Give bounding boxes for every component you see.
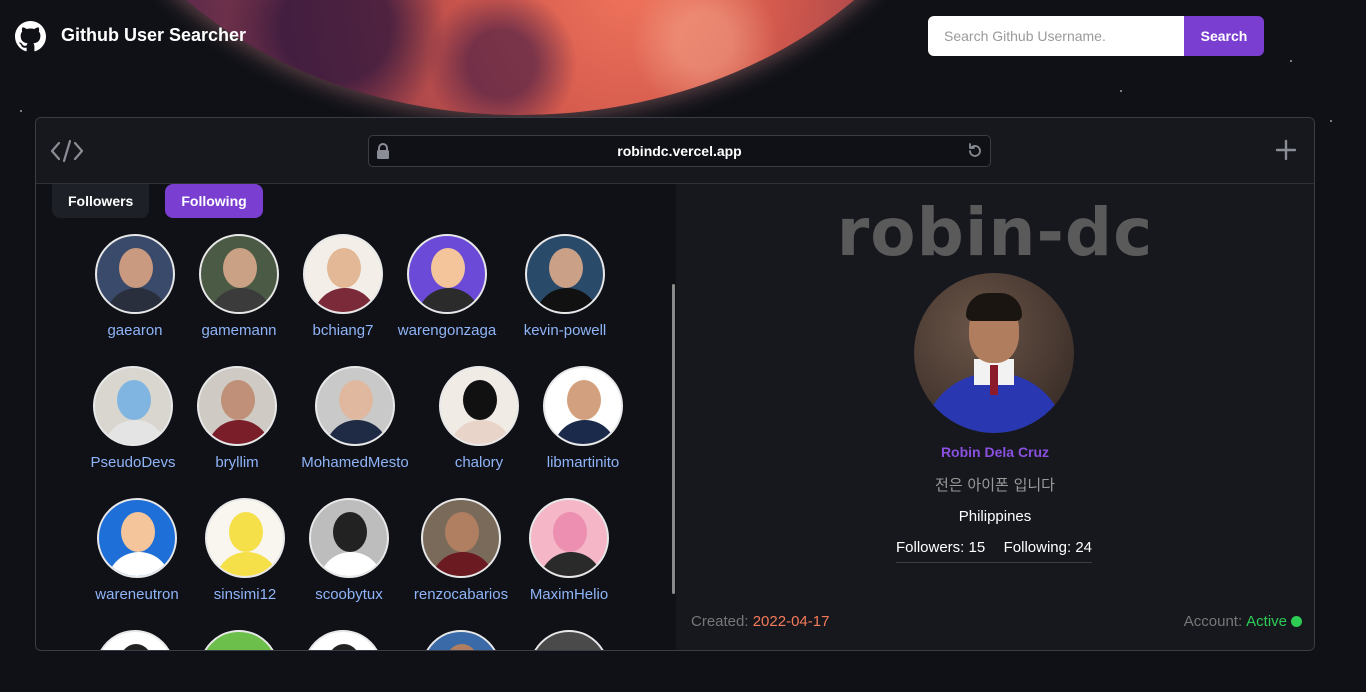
username-link[interactable]: kevin-powell <box>500 322 630 339</box>
username-link[interactable]: MohamedMesto <box>290 454 420 471</box>
plus-icon[interactable] <box>1274 138 1298 162</box>
account-status-value: Active <box>1246 613 1287 630</box>
search-input[interactable] <box>928 16 1184 56</box>
user-card[interactable]: kevin-powell <box>500 234 630 339</box>
username-link[interactable]: warengonzaga <box>382 322 512 339</box>
search-bar: Search <box>928 16 1264 56</box>
github-logo-icon[interactable] <box>15 21 46 52</box>
reload-icon[interactable] <box>966 142 984 160</box>
search-button[interactable]: Search <box>1184 16 1264 56</box>
account-status: Account: Active <box>1184 613 1302 630</box>
avatar <box>97 498 177 578</box>
profile-avatar <box>914 273 1074 433</box>
username-link[interactable]: bryllim <box>172 454 302 471</box>
user-card[interactable]: MohamedMesto <box>290 366 420 471</box>
user-card[interactable] <box>278 630 408 650</box>
user-card[interactable]: MaximHelio <box>504 498 634 603</box>
following-count: 24 <box>1075 539 1092 556</box>
account-label: Account: <box>1183 613 1243 630</box>
following-stat: Following: 24 <box>1004 539 1092 556</box>
avatar <box>439 366 519 446</box>
followers-label: Followers: <box>896 539 965 556</box>
scrollbar[interactable] <box>672 284 675 594</box>
avatar <box>303 234 383 314</box>
connections-panel: Followers Following gaearon gamemann bch… <box>36 184 676 650</box>
app-title: Github User Searcher <box>61 25 247 45</box>
avatar <box>529 630 609 650</box>
created-date: Created: 2022-04-17 <box>691 613 829 630</box>
avatar <box>525 234 605 314</box>
tab-followers[interactable]: Followers <box>52 184 150 218</box>
avatar <box>421 630 501 650</box>
profile-panel: robin-dc Robin Dela Cruz 전은 아이폰 입니다 Phil… <box>676 184 1314 650</box>
avatar <box>95 234 175 314</box>
status-dot-icon <box>1291 616 1302 627</box>
avatar <box>543 366 623 446</box>
profile-bio: 전은 아이폰 입니다 <box>935 476 1055 494</box>
user-card[interactable]: scoobytux <box>284 498 414 603</box>
avatar <box>93 366 173 446</box>
url-bar[interactable]: robindc.vercel.app <box>368 135 991 167</box>
following-label: Following: <box>1003 539 1072 556</box>
planet-image <box>60 0 980 115</box>
code-icon[interactable] <box>50 138 84 164</box>
tab-bar: Followers Following <box>52 184 263 218</box>
avatar <box>407 234 487 314</box>
user-card[interactable] <box>504 630 634 650</box>
avatar <box>197 366 277 446</box>
profile-stats: Followers: 15 Following: 24 <box>896 539 1092 563</box>
browser-frame: robindc.vercel.app Followers Following g… <box>35 117 1315 651</box>
avatar <box>421 498 501 578</box>
avatar <box>205 498 285 578</box>
username-link[interactable]: scoobytux <box>284 586 414 603</box>
profile-location: Philippines <box>958 508 1032 525</box>
user-card[interactable]: bryllim <box>172 366 302 471</box>
profile-login: robin-dc <box>836 194 1154 271</box>
avatar <box>309 498 389 578</box>
followers-count: 15 <box>968 539 986 556</box>
avatar <box>199 630 279 650</box>
username-link[interactable]: MaximHelio <box>504 586 634 603</box>
url-text: robindc.vercel.app <box>617 143 742 159</box>
user-card[interactable]: libmartinito <box>518 366 648 471</box>
created-label: Created: <box>691 613 749 630</box>
avatar <box>199 234 279 314</box>
avatar <box>315 366 395 446</box>
tab-following[interactable]: Following <box>165 184 263 218</box>
avatar <box>303 630 383 650</box>
browser-toolbar: robindc.vercel.app <box>36 118 1314 184</box>
profile-name[interactable]: Robin Dela Cruz <box>676 444 1314 460</box>
followers-stat: Followers: 15 <box>896 539 985 556</box>
avatar <box>529 498 609 578</box>
user-card[interactable]: warengonzaga <box>382 234 512 339</box>
created-value: 2022-04-17 <box>752 613 830 630</box>
avatar <box>95 630 175 650</box>
username-link[interactable]: libmartinito <box>518 454 648 471</box>
